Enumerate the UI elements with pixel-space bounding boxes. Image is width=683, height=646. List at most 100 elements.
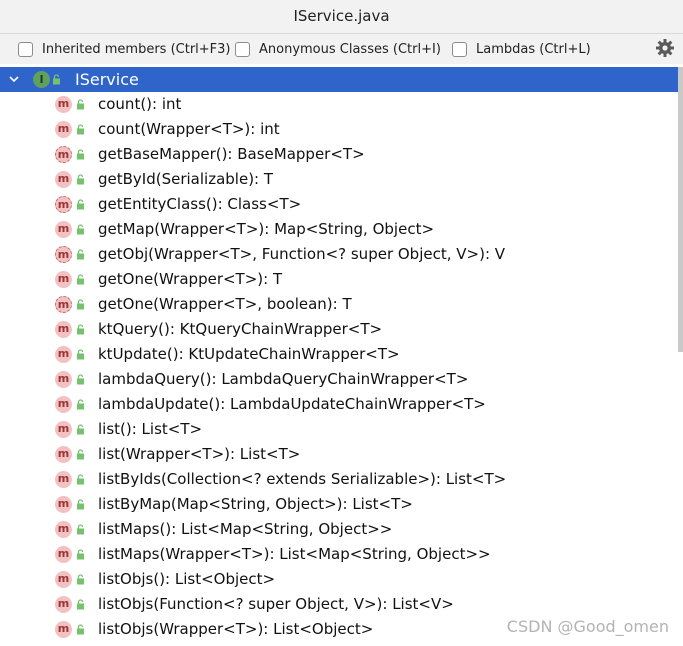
tree-item-method[interactable]: m listByMap(Map<String, Object>): List<T> — [0, 492, 683, 517]
public-lock-icon — [77, 174, 84, 185]
method-icon: m — [55, 521, 72, 538]
public-lock-icon — [77, 324, 84, 335]
method-icon: m — [55, 321, 72, 338]
public-lock-icon — [77, 524, 84, 535]
tree-item-method[interactable]: m list(Wrapper<T>): List<T> — [0, 442, 683, 467]
method-label: listMaps(Wrapper<T>): List<Map<String, O… — [98, 545, 491, 563]
method-label: getMap(Wrapper<T>): Map<String, Object> — [98, 220, 435, 238]
method-label: ktQuery(): KtQueryChainWrapper<T> — [98, 320, 383, 338]
method-icon: m — [55, 196, 72, 213]
method-icon: m — [55, 421, 72, 438]
anonymous-classes-label: Anonymous Classes (Ctrl+I) — [259, 41, 441, 57]
public-lock-icon — [77, 149, 84, 160]
public-lock-icon — [77, 449, 84, 460]
method-icon: m — [55, 471, 72, 488]
public-lock-icon — [77, 299, 84, 310]
tree-item-method[interactable]: m getMap(Wrapper<T>): Map<String, Object> — [0, 217, 683, 242]
public-lock-icon — [77, 599, 84, 610]
method-label: lambdaQuery(): LambdaQueryChainWrapper<T… — [98, 370, 469, 388]
tree-item-method[interactable]: m getEntityClass(): Class<T> — [0, 192, 683, 217]
public-lock-icon — [53, 74, 60, 85]
tree-item-method[interactable]: m getOne(Wrapper<T>): T — [0, 267, 683, 292]
method-label: list(Wrapper<T>): List<T> — [98, 445, 301, 463]
lambdas-checkbox[interactable]: Lambdas (Ctrl+L) — [452, 39, 591, 59]
chevron-down-icon[interactable] — [8, 73, 20, 85]
method-label: getObj(Wrapper<T>, Function<? super Obje… — [98, 245, 506, 263]
method-label: getBaseMapper(): BaseMapper<T> — [98, 145, 365, 163]
public-lock-icon — [77, 474, 84, 485]
lambdas-label: Lambdas (Ctrl+L) — [476, 41, 591, 57]
tree-item-method[interactable]: m list(): List<T> — [0, 417, 683, 442]
method-label: getEntityClass(): Class<T> — [98, 195, 302, 213]
method-label: listObjs(Function<? super Object, V>): L… — [98, 595, 454, 613]
method-label: list(): List<T> — [98, 420, 203, 438]
method-label: listByIds(Collection<? extends Serializa… — [98, 470, 507, 488]
public-lock-icon — [77, 274, 84, 285]
method-label: listObjs(): List<Object> — [98, 570, 276, 588]
checkbox-box[interactable] — [452, 41, 467, 57]
method-icon: m — [55, 596, 72, 613]
method-icon: m — [55, 121, 72, 138]
interface-icon: I — [33, 71, 50, 88]
public-lock-icon — [77, 549, 84, 560]
checkbox-box[interactable] — [235, 41, 250, 57]
method-icon: m — [55, 396, 72, 413]
tree-item-method[interactable]: m listObjs(): List<Object> — [0, 567, 683, 592]
tree-root-label: IService — [75, 70, 139, 89]
method-label: count(Wrapper<T>): int — [98, 120, 280, 138]
method-label: getOne(Wrapper<T>): T — [98, 270, 283, 288]
public-lock-icon — [77, 424, 84, 435]
method-label: listObjs(Wrapper<T>): List<Object> — [98, 620, 374, 638]
tree-item-method[interactable]: m listObjs(Function<? super Object, V>): … — [0, 592, 683, 617]
tree-item-method[interactable]: m listByIds(Collection<? extends Serializ… — [0, 467, 683, 492]
method-label: getById(Serializable): T — [98, 170, 274, 188]
method-icon: m — [55, 171, 72, 188]
inherited-members-label: Inherited members (Ctrl+F3) — [42, 41, 231, 57]
method-icon: m — [55, 146, 72, 163]
public-lock-icon — [77, 499, 84, 510]
public-lock-icon — [77, 249, 84, 260]
public-lock-icon — [77, 224, 84, 235]
tree-item-method[interactable]: m getById(Serializable): T — [0, 167, 683, 192]
method-icon: m — [55, 96, 72, 113]
method-icon: m — [55, 546, 72, 563]
inherited-members-checkbox[interactable]: Inherited members (Ctrl+F3) — [18, 39, 231, 59]
method-icon: m — [55, 371, 72, 388]
tree-item-method[interactable]: m listMaps(Wrapper<T>): List<Map<String, … — [0, 542, 683, 567]
tree-item-method[interactable]: m getOne(Wrapper<T>, boolean): T — [0, 292, 683, 317]
method-icon: m — [55, 346, 72, 363]
public-lock-icon — [77, 374, 84, 385]
gear-icon[interactable] — [655, 38, 675, 58]
window-title: IService.java — [0, 0, 683, 34]
structure-tree: I IService m count(): int m count(Wrapper<T… — [0, 67, 683, 646]
method-label: listMaps(): List<Map<String, Object>> — [98, 520, 393, 538]
vertical-scrollbar[interactable] — [678, 67, 683, 352]
public-lock-icon — [77, 99, 84, 110]
toolbar: Inherited members (Ctrl+F3) Anonymous Cl… — [0, 34, 683, 64]
method-label: getOne(Wrapper<T>, boolean): T — [98, 295, 352, 313]
anonymous-classes-checkbox[interactable]: Anonymous Classes (Ctrl+I) — [235, 39, 441, 59]
tree-item-method[interactable]: m lambdaQuery(): LambdaQueryChainWrapper<… — [0, 367, 683, 392]
method-icon: m — [55, 296, 72, 313]
method-icon: m — [55, 221, 72, 238]
public-lock-icon — [77, 399, 84, 410]
watermark: CSDN @Good_omen — [506, 617, 669, 636]
tree-root-iservice[interactable]: I IService — [0, 67, 683, 92]
method-icon: m — [55, 446, 72, 463]
method-label: listByMap(Map<String, Object>): List<T> — [98, 495, 413, 513]
method-label: lambdaUpdate(): LambdaUpdateChainWrapper… — [98, 395, 486, 413]
tree-item-method[interactable]: m lambdaUpdate(): LambdaUpdateChainWrappe… — [0, 392, 683, 417]
tree-item-method[interactable]: m ktUpdate(): KtUpdateChainWrapper<T> — [0, 342, 683, 367]
public-lock-icon — [77, 624, 84, 635]
method-icon: m — [55, 246, 72, 263]
tree-item-method[interactable]: m getBaseMapper(): BaseMapper<T> — [0, 142, 683, 167]
method-icon: m — [55, 621, 72, 638]
checkbox-box[interactable] — [18, 41, 33, 57]
public-lock-icon — [77, 574, 84, 585]
tree-item-method[interactable]: m count(Wrapper<T>): int — [0, 117, 683, 142]
public-lock-icon — [77, 349, 84, 360]
tree-item-method[interactable]: m count(): int — [0, 92, 683, 117]
tree-item-method[interactable]: m getObj(Wrapper<T>, Function<? super Obj… — [0, 242, 683, 267]
tree-item-method[interactable]: m ktQuery(): KtQueryChainWrapper<T> — [0, 317, 683, 342]
tree-item-method[interactable]: m listMaps(): List<Map<String, Object>> — [0, 517, 683, 542]
